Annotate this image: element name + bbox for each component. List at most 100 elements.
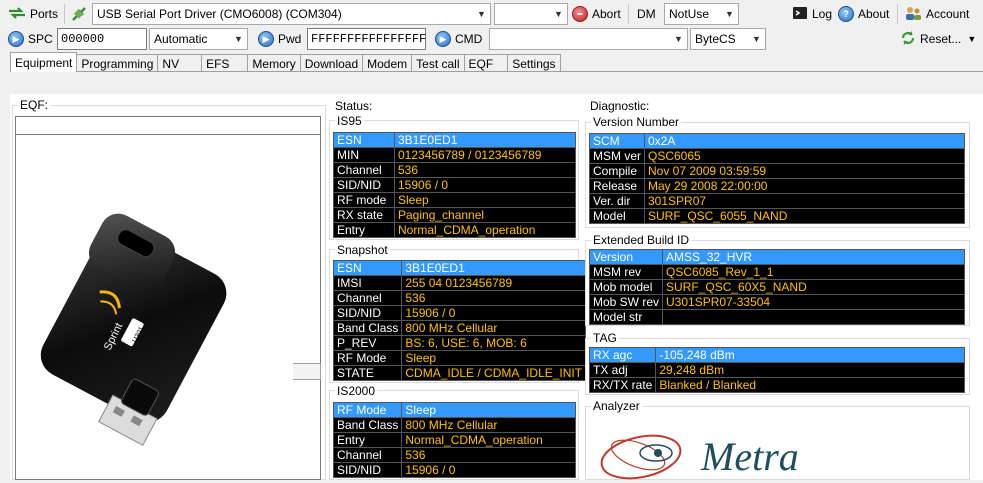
table-row[interactable]: SCM 0x2A: [589, 133, 965, 149]
tab-nv[interactable]: NV: [157, 54, 203, 72]
row-key: MIN: [333, 147, 395, 163]
abort-label: Abort: [592, 7, 621, 21]
table-row[interactable]: Compile Nov 07 2009 03:59:59: [589, 163, 965, 179]
about-button[interactable]: ? About: [838, 3, 889, 25]
spc-input[interactable]: 000000: [57, 28, 147, 50]
table-row[interactable]: STATE CDMA_IDLE / CDMA_IDLE_INIT: [332, 365, 587, 381]
ports-button[interactable]: Ports: [8, 3, 58, 25]
table-row[interactable]: RF mode Sleep: [333, 192, 576, 208]
pwd-input[interactable]: FFFFFFFFFFFFFFFF: [307, 28, 426, 50]
tab-eqf[interactable]: EQF: [463, 54, 509, 72]
eqf-label: EQF:: [18, 98, 51, 112]
cmd-button[interactable]: ▶ CMD: [435, 28, 482, 50]
tab-efs[interactable]: EFS: [201, 54, 249, 72]
bytecs-select[interactable]: ByteCS ▼: [690, 28, 766, 50]
table-row[interactable]: RF Mode Sleep: [332, 402, 576, 418]
row-value: 3B1E0ED1: [401, 260, 587, 276]
spc-button[interactable]: ▶ SPC: [8, 28, 53, 50]
table-row[interactable]: Mob model SURF_QSC_60X5_NAND: [588, 279, 965, 295]
table-row[interactable]: IMSI 255 04 0123456789: [332, 275, 587, 291]
table-row[interactable]: Channel 536: [332, 290, 587, 306]
tab-test-call[interactable]: Test call: [411, 54, 465, 72]
table-row[interactable]: Channel 536: [333, 162, 576, 178]
table-row[interactable]: Channel 536: [332, 447, 576, 463]
table-row[interactable]: SID/NID 15906 / 0: [332, 305, 587, 321]
row-key: Channel: [332, 447, 403, 463]
table-row[interactable]: Entry Normal_CDMA_operation: [333, 222, 576, 238]
cmd-select[interactable]: ▼: [489, 28, 688, 50]
abort-button[interactable]: ━ Abort: [572, 3, 621, 25]
tag-title: TAG: [591, 331, 619, 345]
table-row[interactable]: Model str: [588, 309, 965, 325]
row-value: 0123456789 / 0123456789: [394, 147, 576, 163]
row-value: SURF_QSC_6055_NAND: [644, 208, 965, 224]
row-key: RX state: [333, 207, 395, 223]
ports-label: Ports: [30, 7, 59, 21]
tab-settings[interactable]: Settings: [507, 54, 561, 72]
table-row[interactable]: Model SURF_QSC_6055_NAND: [589, 208, 965, 224]
toolbar-separator: [897, 4, 898, 24]
device-image: Sprint U301: [18, 209, 293, 463]
table-row[interactable]: MIN 0123456789 / 0123456789: [333, 147, 576, 163]
row-value: Sleep: [401, 402, 576, 418]
tab-memory[interactable]: Memory: [247, 54, 301, 72]
table-row[interactable]: Band Class 800 MHz Cellular: [332, 417, 576, 433]
table-row[interactable]: TX adj 29,248 dBm: [588, 362, 965, 378]
table-row[interactable]: ESN 3B1E0ED1: [333, 132, 576, 148]
row-key: Entry: [332, 432, 403, 448]
table-row[interactable]: MSM ver QSC6065: [589, 148, 965, 164]
build-title: Extended Build ID: [591, 233, 692, 247]
table-row[interactable]: Ver. dir 301SPR07: [589, 193, 965, 209]
table-row[interactable]: Release May 29 2008 22:00:00: [589, 178, 965, 194]
table-row[interactable]: Mob SW rev U301SPR07-33504: [588, 294, 965, 310]
analyzer-title: Analyzer: [591, 399, 642, 413]
is95-title: IS95: [335, 114, 364, 128]
table-row[interactable]: SID/NID 15906 / 0: [332, 462, 576, 478]
tab-equipment[interactable]: Equipment: [10, 52, 78, 72]
tab-programming[interactable]: Programming: [76, 54, 159, 72]
table-row[interactable]: P_REV BS: 6, USE: 6, MOB: 6: [332, 335, 587, 351]
account-button[interactable]: Account: [904, 3, 969, 25]
row-value: 536: [401, 447, 576, 463]
row-value: 536: [394, 162, 576, 178]
reset-button[interactable]: Reset... ▼: [900, 28, 976, 50]
table-row[interactable]: ESN 3B1E0ED1: [332, 260, 587, 276]
diagnostic-label: Diagnostic:: [588, 99, 652, 113]
table-row[interactable]: SID/NID 15906 / 0: [333, 177, 576, 193]
port-driver-select[interactable]: USB Serial Port Driver (CMO6008) (COM304…: [92, 3, 491, 25]
row-key: Model str: [588, 309, 664, 325]
row-value: [662, 309, 965, 325]
table-row[interactable]: RX agc -105,248 dBm: [588, 347, 965, 363]
table-row[interactable]: MSM rev QSC6085_Rev_1_1: [588, 264, 965, 280]
row-key: Ver. dir: [589, 193, 645, 209]
reset-label: Reset...: [920, 32, 962, 46]
tab-modem[interactable]: Modem: [362, 54, 413, 72]
pwd-label: Pwd: [278, 32, 302, 46]
tab-download[interactable]: Download: [299, 54, 364, 72]
secondary-select[interactable]: ▼: [494, 3, 568, 25]
row-value: 15906 / 0: [394, 177, 576, 193]
table-row[interactable]: RX state Paging_channel: [333, 207, 576, 223]
row-key: Version: [588, 249, 664, 265]
row-value: Sleep: [394, 192, 576, 208]
table-row[interactable]: RF Mode Sleep: [332, 350, 587, 366]
table-row[interactable]: Band Class 800 MHz Cellular: [332, 320, 587, 336]
table-row[interactable]: Version AMSS_32_HVR: [588, 249, 965, 265]
connect-icon[interactable]: [70, 5, 88, 26]
is2000-title: IS2000: [335, 384, 378, 398]
dm-select[interactable]: NotUse ▼: [664, 3, 739, 25]
metra-logo: Metra: [596, 415, 856, 480]
pwd-button[interactable]: ▶ Pwd: [258, 28, 301, 50]
about-label: About: [858, 7, 890, 21]
eqf-input[interactable]: [15, 116, 321, 135]
chevron-down-icon: ▼: [234, 34, 243, 44]
table-row[interactable]: RX/TX rate Blanked / Blanked: [588, 377, 965, 393]
snapshot-title: Snapshot: [335, 243, 390, 257]
play-icon: ▶: [435, 31, 451, 47]
log-button[interactable]: Log: [792, 3, 832, 25]
mode-select[interactable]: Automatic ▼: [149, 28, 248, 50]
ports-icon: [8, 6, 26, 23]
table-row[interactable]: Entry Normal_CDMA_operation: [332, 432, 576, 448]
row-value: Sleep: [401, 350, 587, 366]
metra-logo-text: Metra: [701, 434, 799, 479]
